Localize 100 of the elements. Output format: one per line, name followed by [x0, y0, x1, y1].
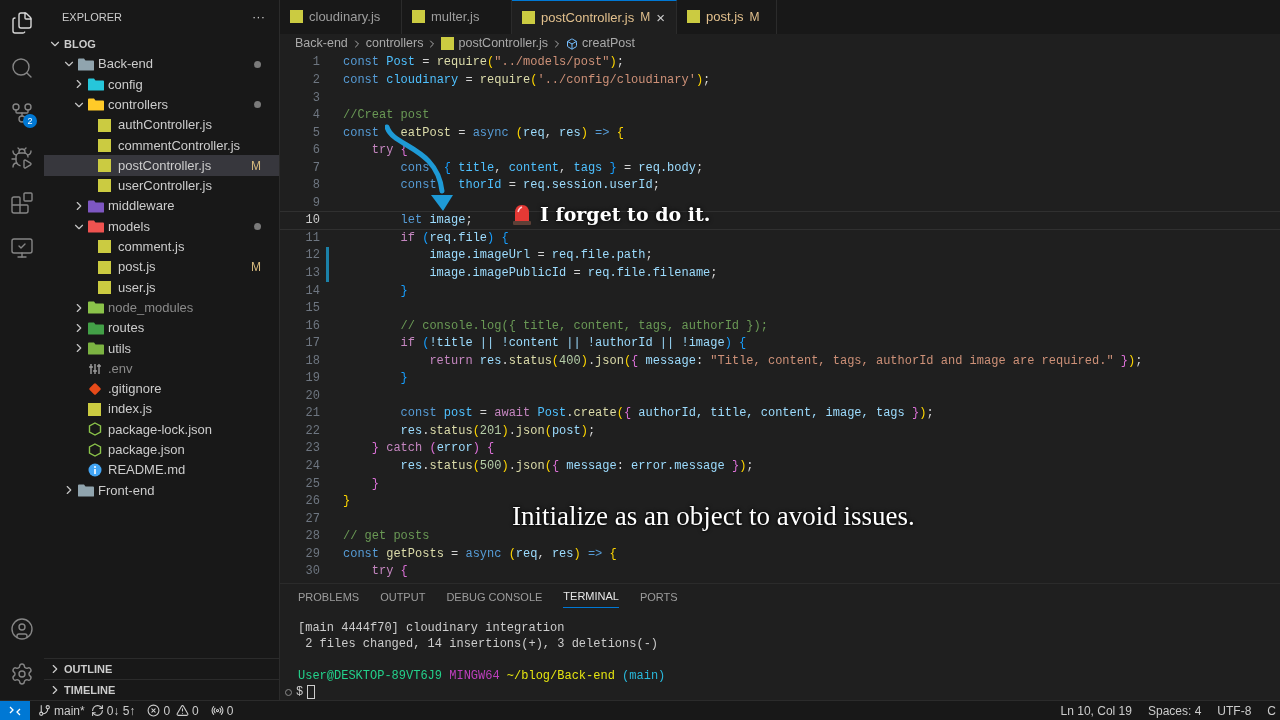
- panel-tab[interactable]: PORTS: [639, 588, 678, 608]
- status-item[interactable]: Ln 10, Col 19: [1060, 701, 1132, 720]
- line-number: 22: [304, 422, 320, 440]
- close-button[interactable]: ×: [656, 9, 665, 25]
- panel-tab[interactable]: OUTPUT: [380, 588, 426, 608]
- tree-item[interactable]: utils: [44, 338, 279, 359]
- tree-item[interactable]: package-lock.json: [44, 419, 279, 440]
- hexagon-icon: [88, 422, 102, 437]
- line-number: 17: [304, 335, 320, 353]
- tree-item[interactable]: Front-end: [44, 480, 279, 501]
- problems-button[interactable]: 0 0: [147, 701, 199, 720]
- editor-tab[interactable]: cloudinary.js: [280, 0, 402, 34]
- tree-item[interactable]: authController.js: [44, 114, 279, 136]
- line-number: 9: [311, 194, 320, 212]
- line-number: 23: [304, 440, 320, 458]
- tree-item[interactable]: node_modules: [44, 297, 279, 318]
- tree-item[interactable]: postController.js M: [44, 155, 279, 176]
- line-number: 16: [304, 317, 320, 335]
- breadcrumb-item[interactable]: Back-end: [295, 34, 348, 54]
- js-file-icon: [98, 138, 111, 152]
- code-line: if (!title || !content || !authorId || !image) {: [399, 335, 747, 353]
- tree-item[interactable]: commentController.js: [44, 135, 279, 156]
- tree-item[interactable]: controllers: [44, 94, 279, 115]
- tree-item[interactable]: .gitignore: [44, 378, 279, 400]
- code-line: const Post = require("../models/post");: [343, 54, 624, 72]
- editor-tab[interactable]: postController.js M ×: [512, 0, 677, 34]
- code-line: res.status(201).json(post);: [399, 422, 596, 440]
- editor-tab[interactable]: post.js M: [677, 0, 777, 34]
- status-item[interactable]: Spaces: 4: [1147, 701, 1202, 720]
- panel-tab[interactable]: TERMINAL: [563, 588, 619, 608]
- tree-item[interactable]: models: [44, 216, 279, 237]
- terminal-line: [main 4444f70] cloudinary integration: [298, 620, 566, 636]
- search-icon[interactable]: [10, 55, 34, 80]
- ports-button[interactable]: 0: [210, 701, 234, 720]
- js-file-icon: [290, 10, 303, 24]
- tree-item[interactable]: user.js: [44, 277, 279, 298]
- git-status-letter: M: [749, 8, 760, 26]
- sync-button[interactable]: 0↓ 5↑: [90, 701, 136, 720]
- line-number: 19: [304, 370, 320, 388]
- breadcrumb-item[interactable]: postController.js: [441, 34, 549, 54]
- status-item[interactable]: UTF-8: [1217, 701, 1252, 720]
- line-number: 10: [304, 212, 320, 230]
- code-line: }: [399, 282, 408, 300]
- panel-tab[interactable]: DEBUG CONSOLE: [446, 588, 543, 608]
- diamond-icon: [88, 381, 102, 396]
- js-file-icon: [98, 240, 111, 254]
- tree-item[interactable]: README.md: [44, 459, 279, 481]
- breadcrumb-item[interactable]: creatPost: [566, 34, 635, 54]
- code-line: }: [343, 493, 351, 511]
- more-actions-button[interactable]: ···: [252, 7, 265, 27]
- code-line: const getPosts = async (req, res) => {: [343, 545, 617, 563]
- line-number: 20: [304, 387, 320, 405]
- line-number: 30: [304, 563, 320, 581]
- code-line: }: [399, 370, 408, 388]
- files-icon[interactable]: [10, 10, 34, 35]
- line-number: 13: [304, 264, 320, 282]
- status-item[interactable]: C: [1267, 701, 1276, 720]
- js-file-icon: [98, 260, 111, 274]
- code-line: const eatPost = async (req, res) => {: [343, 124, 624, 142]
- breadcrumb-item[interactable]: controllers: [365, 34, 424, 54]
- code-line: let image;: [399, 212, 473, 230]
- workspace-header[interactable]: BLOG: [44, 34, 279, 54]
- tree-item[interactable]: Back-end: [44, 54, 279, 75]
- line-number: 1: [311, 54, 320, 72]
- branch-icon[interactable]: [10, 100, 34, 125]
- tree-item[interactable]: routes: [44, 317, 279, 339]
- tree-item[interactable]: config: [44, 74, 279, 95]
- account-icon[interactable]: [10, 616, 34, 641]
- line-number: 28: [304, 528, 320, 546]
- caption-text: Initialize as an object to avoid issues.: [512, 499, 915, 533]
- line-number: 8: [311, 177, 320, 195]
- code-line: image.imageUrl = req.file.path;: [428, 247, 653, 265]
- line-number: 18: [304, 352, 320, 370]
- tree-item[interactable]: middleware: [44, 196, 279, 217]
- tree-item[interactable]: .env: [44, 358, 279, 379]
- section-header[interactable]: OUTLINE: [44, 658, 279, 679]
- code-line: try {: [370, 563, 408, 581]
- settings-icon[interactable]: [10, 661, 34, 686]
- tree-item[interactable]: userController.js: [44, 175, 279, 197]
- tree-item[interactable]: index.js: [44, 399, 279, 420]
- js-file-icon: [687, 10, 700, 24]
- js-file-icon: [98, 280, 111, 294]
- tree-item[interactable]: post.js M: [44, 256, 279, 278]
- blocks-icon[interactable]: [10, 190, 34, 215]
- panel-tab[interactable]: PROBLEMS: [298, 588, 360, 608]
- line-number: 5: [311, 124, 320, 142]
- terminal-line: 2 files changed, 14 insertions(+), 3 deletions(-): [304, 636, 660, 652]
- branch-button[interactable]: main*: [38, 701, 85, 720]
- code-line: }: [370, 475, 379, 493]
- code-line: res.status(500).json({ message: error.message });: [399, 458, 754, 475]
- monitor-icon[interactable]: [10, 235, 34, 260]
- js-file-icon: [441, 37, 455, 51]
- tree-item[interactable]: package.json: [44, 439, 279, 460]
- remote-button[interactable]: [0, 701, 30, 720]
- sync-icon: [90, 704, 104, 717]
- git-status-letter: M: [251, 259, 262, 277]
- code-line: return res.status(400).json({ message: "Title, content, tags, authorId and image are required." });: [428, 352, 1143, 370]
- tree-item[interactable]: comment.js: [44, 236, 279, 257]
- bug-play-icon[interactable]: [10, 145, 34, 170]
- info-icon: [88, 463, 102, 478]
